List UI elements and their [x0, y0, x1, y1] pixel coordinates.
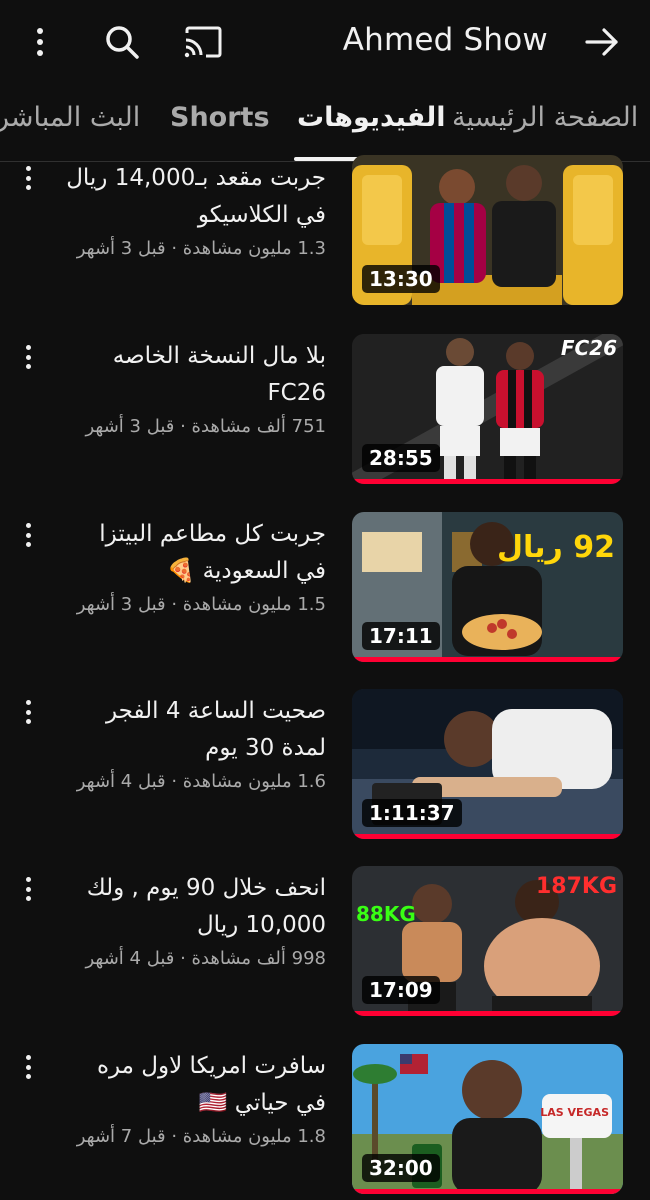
thumbnail-sign: LAS VEGAS: [540, 1106, 609, 1119]
video-meta: 1.3 مليون مشاهدة · قبل 3 أشهر: [76, 238, 326, 259]
video-thumbnail[interactable]: FC26 28:55: [352, 334, 623, 484]
video-meta: 1.8 مليون مشاهدة · قبل 7 أشهر: [76, 1126, 326, 1147]
video-meta: 1.5 مليون مشاهدة · قبل 3 أشهر: [76, 594, 326, 615]
video-title[interactable]: جربت كل مطاعم البيتزا في السعودية 🍕: [64, 516, 326, 590]
video-more-icon[interactable]: [18, 874, 38, 904]
arrow-forward-icon[interactable]: [580, 20, 624, 64]
video-more-icon[interactable]: [18, 163, 38, 193]
video-info: بلا مال النسخة الخاصه FC26 751 ألف مشاهد…: [64, 338, 326, 437]
thumbnail-badge: FC26: [560, 336, 617, 360]
watch-progress: [352, 834, 623, 839]
video-meta: 998 ألف مشاهدة · قبل 4 أشهر: [85, 948, 326, 969]
video-more-icon[interactable]: [18, 1052, 38, 1082]
video-duration: 1:11:37: [362, 799, 462, 827]
tab-live[interactable]: البث المباشر: [0, 102, 140, 133]
video-thumbnail[interactable]: LAS VEGAS 32:00: [352, 1044, 623, 1194]
video-info: جربت مقعد بـ14,000 ريال في الكلاسيكو 1.3…: [64, 160, 326, 259]
channel-tabs: الصفحة الرئيسية الفيديوهات Shorts البث ا…: [0, 84, 650, 162]
video-title[interactable]: بلا مال النسخة الخاصه FC26: [64, 338, 326, 412]
thumbnail-weight-after: 187KG: [535, 874, 617, 899]
video-title[interactable]: صحيت الساعة 4 الفجر لمدة 30 يوم: [64, 693, 326, 767]
video-info: جربت كل مطاعم البيتزا في السعودية 🍕 1.5 …: [64, 516, 326, 615]
video-title[interactable]: انحف خلال 90 يوم , ولك 10,000 ريال: [64, 870, 326, 944]
video-info: صحيت الساعة 4 الفجر لمدة 30 يوم 1.6 مليو…: [64, 693, 326, 792]
video-thumbnail[interactable]: 13:30: [352, 155, 623, 305]
video-duration: 17:09: [362, 976, 440, 1004]
video-more-icon[interactable]: [18, 342, 38, 372]
watch-progress: [352, 1189, 623, 1194]
top-app-bar: Ahmed Show: [0, 0, 650, 84]
thumbnail-weight-before: 88KG: [356, 902, 416, 926]
tab-shorts[interactable]: Shorts: [170, 102, 270, 133]
channel-title: Ahmed Show: [342, 22, 548, 58]
video-duration: 17:11: [362, 622, 440, 650]
video-info: انحف خلال 90 يوم , ولك 10,000 ريال 998 أ…: [64, 870, 326, 969]
video-title[interactable]: سافرت امريكا لاول مره في حياتي 🇺🇸: [64, 1048, 326, 1122]
video-thumbnail[interactable]: 1:11:37: [352, 689, 623, 839]
thumbnail-price: 92 ريال: [496, 530, 615, 565]
video-info: سافرت امريكا لاول مره في حياتي 🇺🇸 1.8 مل…: [64, 1048, 326, 1147]
watch-progress: [352, 657, 623, 662]
search-icon[interactable]: [100, 20, 144, 64]
video-item[interactable]: FC26 28:55 بلا مال النسخة الخاصه FC26 75…: [0, 334, 650, 484]
video-title[interactable]: جربت مقعد بـ14,000 ريال في الكلاسيكو: [64, 160, 326, 234]
video-meta: 751 ألف مشاهدة · قبل 3 أشهر: [85, 416, 326, 437]
watch-progress: [352, 479, 623, 484]
video-item[interactable]: 1:11:37 صحيت الساعة 4 الفجر لمدة 30 يوم …: [0, 689, 650, 839]
watch-progress: [352, 1011, 623, 1016]
video-more-icon[interactable]: [18, 697, 38, 727]
tab-home[interactable]: الصفحة الرئيسية: [452, 102, 638, 133]
video-item[interactable]: 92 ريال 17:11 جربت كل مطاعم البيتزا في ا…: [0, 512, 650, 662]
video-item[interactable]: LAS VEGAS 32:00 سافرت امريكا لاول مره في…: [0, 1044, 650, 1194]
video-duration: 28:55: [362, 444, 440, 472]
video-thumbnail[interactable]: 88KG 187KG 17:09: [352, 866, 623, 1016]
video-duration: 13:30: [362, 265, 440, 293]
video-meta: 1.6 مليون مشاهدة · قبل 4 أشهر: [76, 771, 326, 792]
tab-videos[interactable]: الفيديوهات: [297, 102, 446, 133]
cast-icon[interactable]: [181, 20, 225, 64]
video-item[interactable]: 13:30 جربت مقعد بـ14,000 ريال في الكلاسي…: [0, 155, 650, 305]
more-vert-icon[interactable]: [18, 20, 62, 64]
video-item[interactable]: 88KG 187KG 17:09 انحف خلال 90 يوم , ولك …: [0, 866, 650, 1016]
video-thumbnail[interactable]: 92 ريال 17:11: [352, 512, 623, 662]
watch-progress: [352, 300, 623, 305]
video-more-icon[interactable]: [18, 520, 38, 550]
video-duration: 32:00: [362, 1154, 440, 1182]
